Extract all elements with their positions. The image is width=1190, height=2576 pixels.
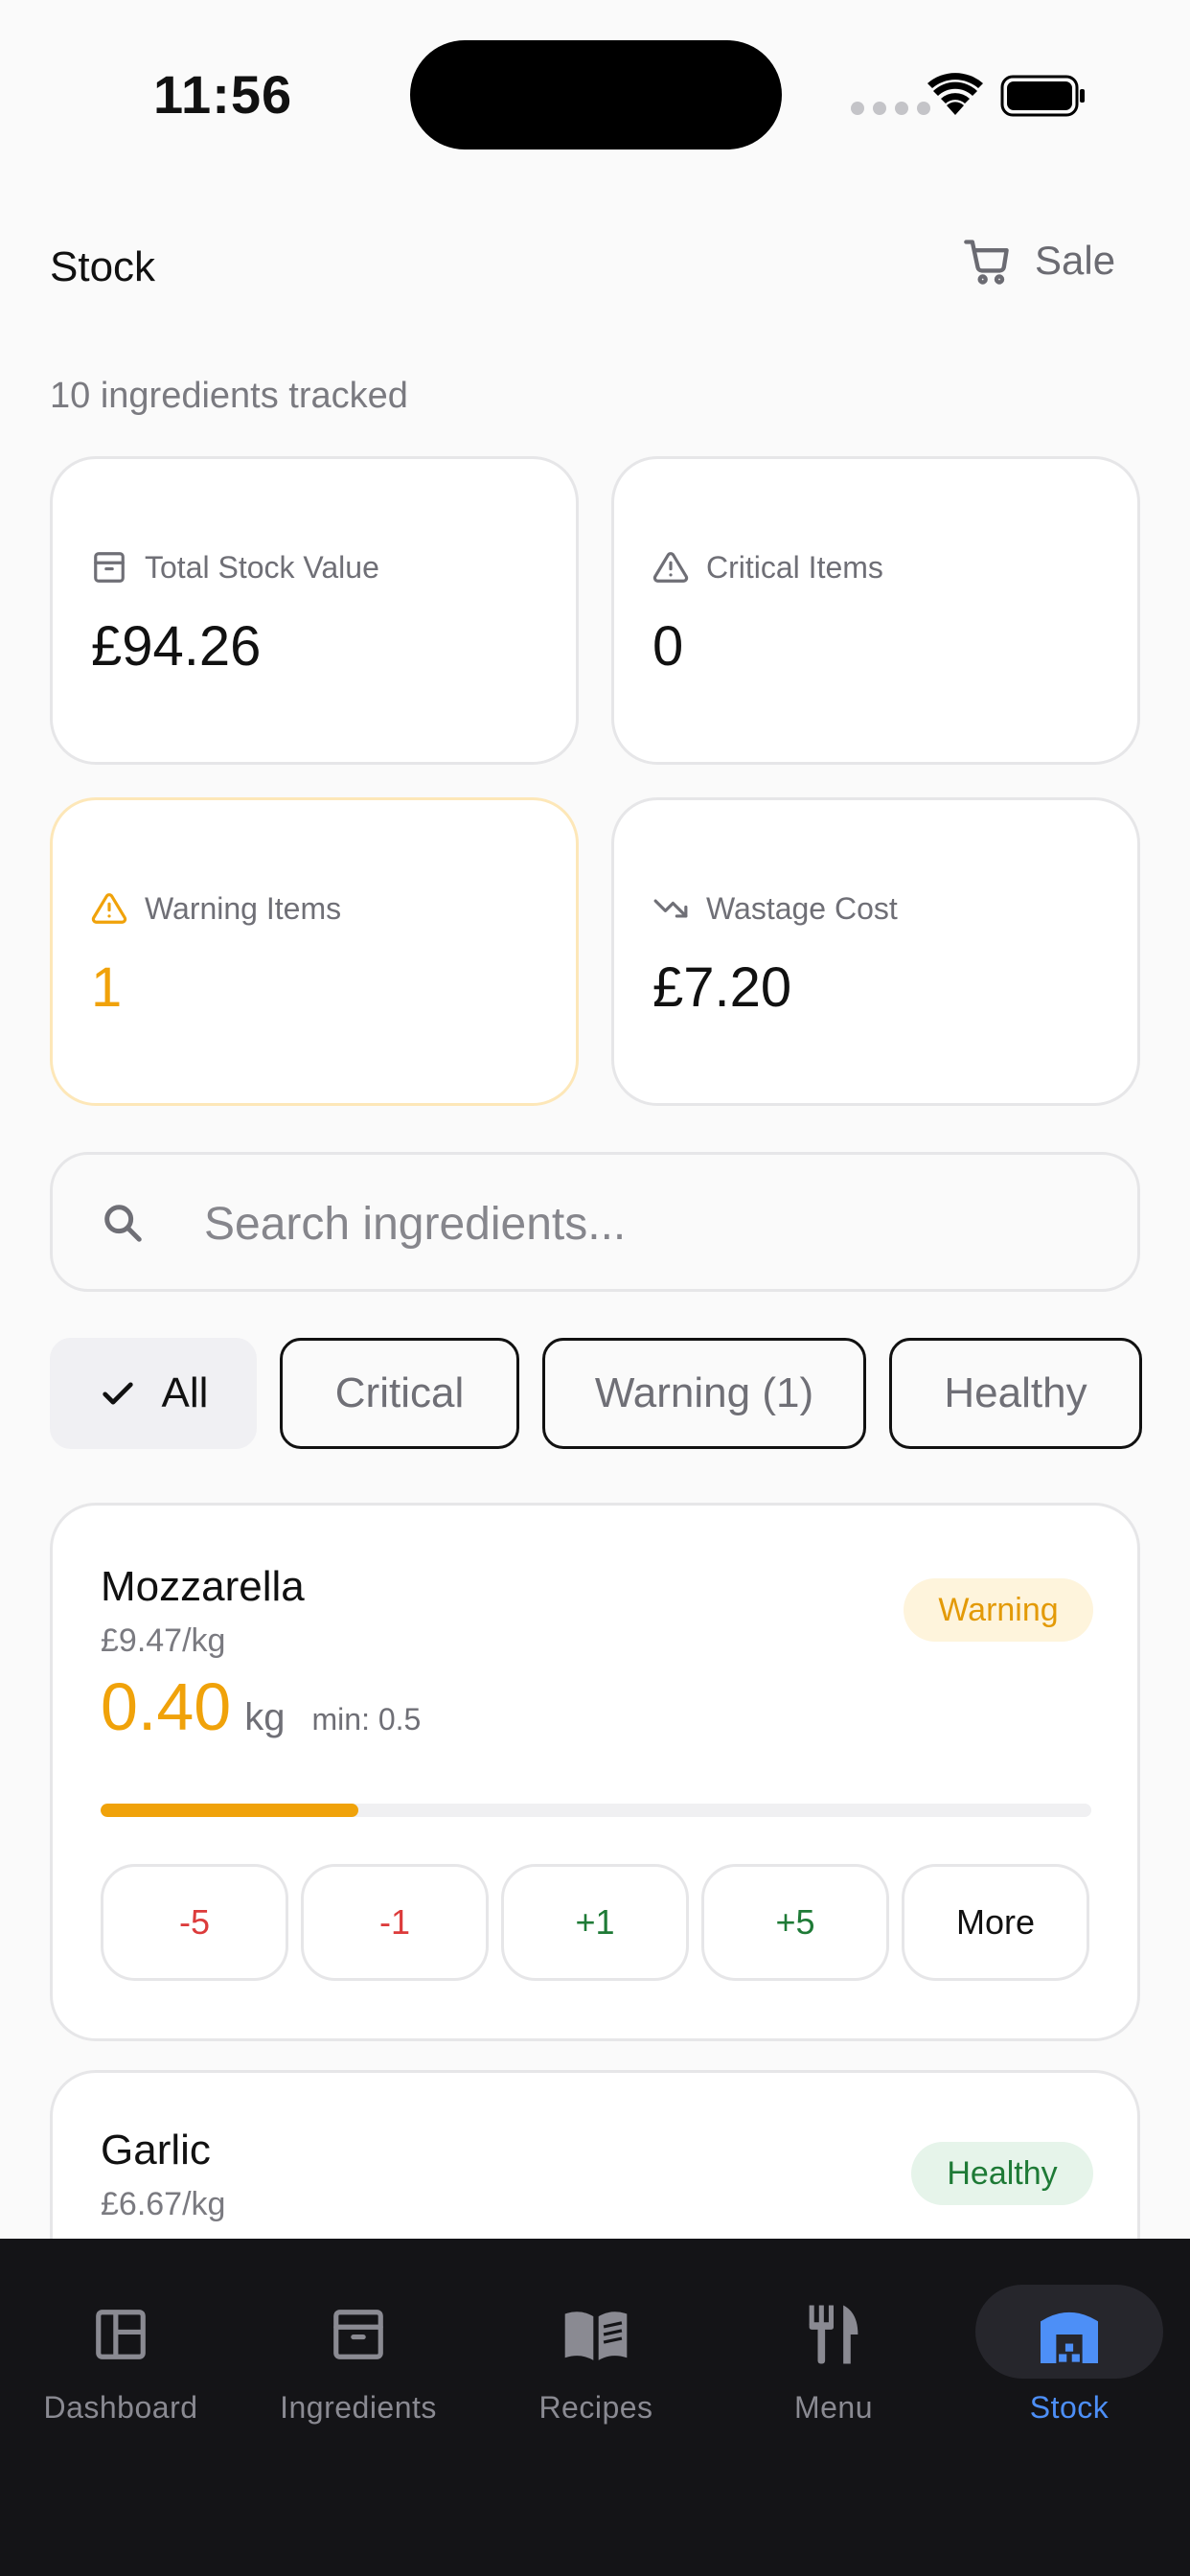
filter-chip-all[interactable]: All xyxy=(50,1338,257,1449)
ingredient-price: £6.67/kg xyxy=(101,2186,226,2222)
trending-down-icon xyxy=(653,899,688,918)
ingredient-name: Mozzarella xyxy=(101,1563,305,1610)
quantity-display: 0.40 kg min: 0.5 xyxy=(101,1668,421,1745)
search-icon xyxy=(104,1205,142,1242)
nav-label: Recipes xyxy=(538,2390,653,2425)
stat-value: £7.20 xyxy=(652,956,792,1019)
filter-label: Healthy xyxy=(944,1369,1087,1416)
stat-label: Warning Items xyxy=(145,890,342,926)
status-time: 11:56 xyxy=(153,64,293,125)
nav-tab-dashboard[interactable]: Dashboard xyxy=(2,2239,240,2430)
stat-value: 1 xyxy=(91,956,123,1019)
page-title: Stock xyxy=(50,243,156,290)
stat-label: Critical Items xyxy=(706,549,883,585)
filter-label: All xyxy=(161,1369,209,1416)
increase-5-button[interactable]: +5 xyxy=(701,1864,889,1981)
filter-label: Warning (1) xyxy=(594,1369,814,1416)
stat-value: 0 xyxy=(652,615,684,678)
increase-1-button[interactable]: +1 xyxy=(501,1864,689,1981)
shopping-cart-icon xyxy=(964,240,1009,285)
warehouse-icon xyxy=(1041,2312,1098,2363)
ingredients-count: 10 ingredients tracked xyxy=(50,376,408,416)
quantity-value: 0.40 xyxy=(101,1669,232,1744)
quantity-unit: kg xyxy=(244,1696,286,1738)
battery-icon xyxy=(1000,75,1085,117)
decrease-1-button[interactable]: -1 xyxy=(301,1864,489,1981)
dashboard-icon xyxy=(96,2310,146,2359)
stat-label: Wastage Cost xyxy=(706,890,898,926)
ingredient-price: £9.47/kg xyxy=(101,1622,226,1659)
archive-icon xyxy=(333,2310,383,2359)
filter-chip-warning[interactable]: Warning (1) xyxy=(542,1338,866,1449)
nav-label: Menu xyxy=(793,2390,874,2425)
filter-label: Critical xyxy=(334,1369,465,1416)
stat-card-wastage-cost: Wastage Cost £7.20 xyxy=(611,797,1140,1106)
search-input[interactable] xyxy=(204,1187,1086,1260)
more-button[interactable]: More xyxy=(902,1864,1089,1981)
wifi-icon xyxy=(927,73,983,115)
cellular-signal-icon xyxy=(851,102,930,115)
archive-icon xyxy=(94,552,125,583)
sale-label: Sale xyxy=(1035,238,1116,283)
status-badge: Warning xyxy=(904,1578,1093,1642)
stock-level-fill xyxy=(101,1804,358,1817)
book-open-icon xyxy=(564,2312,628,2360)
status-badge: Healthy xyxy=(911,2142,1093,2205)
sale-button[interactable]: Sale xyxy=(962,236,1115,286)
filter-chip-critical[interactable]: Critical xyxy=(280,1338,519,1449)
stat-card-critical-items: Critical Items 0 xyxy=(611,456,1140,765)
nav-tab-ingredients[interactable]: Ingredients xyxy=(240,2239,477,2430)
stat-card-total-stock-value: Total Stock Value £94.26 xyxy=(50,456,579,765)
nav-tab-stock[interactable]: Stock xyxy=(950,2239,1188,2430)
stat-label: Total Stock Value xyxy=(145,549,379,585)
nav-label: Ingredients xyxy=(280,2390,437,2425)
bottom-navigation: Dashboard Ingredients Recipes Menu Stock xyxy=(0,2239,1190,2576)
nav-label: Dashboard xyxy=(43,2390,198,2425)
stock-level-bar xyxy=(101,1804,1091,1817)
minimum-quantity: min: 0.5 xyxy=(311,1702,422,1736)
alert-triangle-icon xyxy=(652,552,689,583)
ingredient-card-mozzarella: Mozzarella £9.47/kg Warning 0.40 kg min:… xyxy=(50,1503,1140,2041)
stat-value: £94.26 xyxy=(91,615,262,678)
ingredient-name: Garlic xyxy=(101,2127,211,2174)
decrease-5-button[interactable]: -5 xyxy=(101,1864,288,1981)
dynamic-island xyxy=(410,40,782,150)
nav-label: Stock xyxy=(1029,2390,1110,2425)
stat-card-warning-items: Warning Items 1 xyxy=(50,797,579,1106)
search-box xyxy=(50,1152,1140,1292)
check-icon xyxy=(102,1382,133,1405)
filter-chip-healthy[interactable]: Healthy xyxy=(889,1338,1142,1449)
utensils-icon xyxy=(809,2305,858,2364)
alert-triangle-icon xyxy=(91,893,127,924)
nav-tab-menu[interactable]: Menu xyxy=(715,2239,952,2430)
nav-tab-recipes[interactable]: Recipes xyxy=(477,2239,715,2430)
